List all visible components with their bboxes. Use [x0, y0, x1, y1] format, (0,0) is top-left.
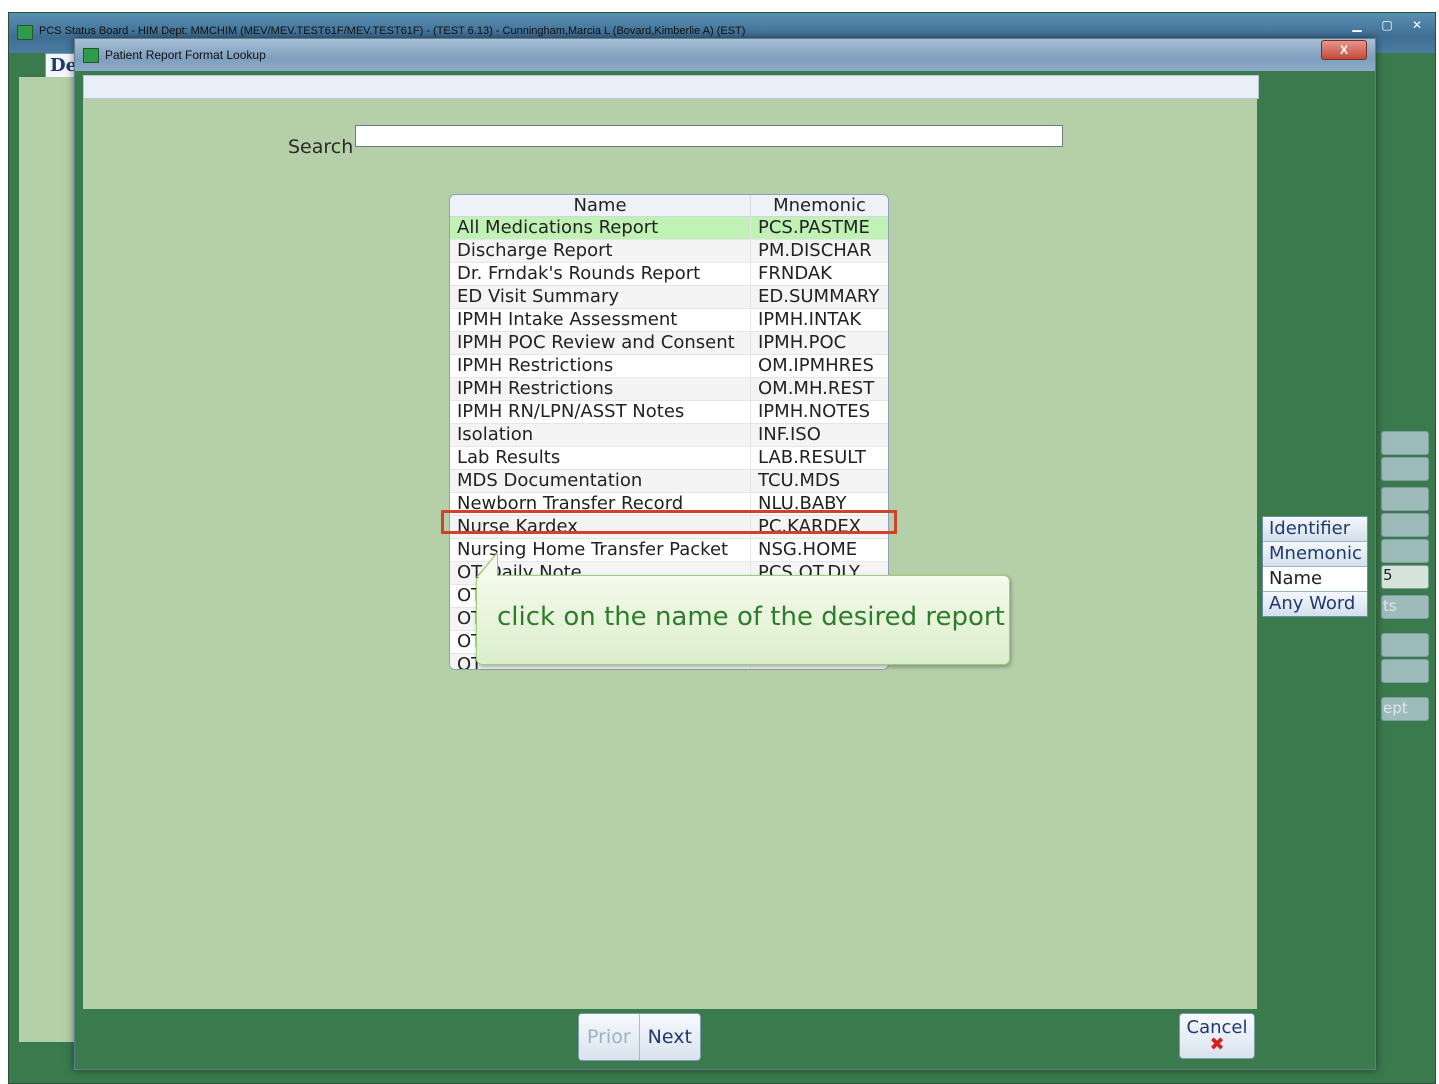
- search-by-identifier[interactable]: Identifier: [1263, 517, 1367, 542]
- maximize-icon[interactable]: ▢: [1373, 15, 1401, 35]
- dialog-footer: [83, 1011, 1371, 1065]
- cancel-x-icon: ✖: [1209, 1034, 1225, 1055]
- report-name-cell[interactable]: Dr. Frndak's Rounds Report: [450, 262, 751, 286]
- search-by-mnemonic[interactable]: Mnemonic: [1263, 542, 1367, 567]
- report-mnemonic-cell[interactable]: NLU.BABY: [750, 492, 888, 516]
- table-row[interactable]: All Medications Report PCS.PASTME: [450, 216, 888, 240]
- report-mnemonic-cell[interactable]: PC.KARDEX: [750, 515, 888, 539]
- background-side-button: [1381, 431, 1429, 455]
- report-name-cell[interactable]: IPMH POC Review and Consent: [450, 331, 751, 355]
- report-mnemonic-cell[interactable]: OM.IPMHRES: [750, 354, 888, 378]
- report-name-cell[interactable]: IPMH RN/LPN/ASST Notes: [450, 400, 751, 424]
- report-mnemonic-cell[interactable]: IPMH.NOTES: [750, 400, 888, 424]
- minimize-icon[interactable]: ▁: [1343, 15, 1371, 35]
- results-header-row: Name Mnemonic: [450, 195, 888, 217]
- report-name-cell[interactable]: IPMH Intake Assessment: [450, 308, 751, 332]
- pager: Prior Next: [578, 1013, 701, 1061]
- column-header-mnemonic[interactable]: Mnemonic: [750, 195, 888, 217]
- report-mnemonic-cell[interactable]: IPMH.INTAK: [750, 308, 888, 332]
- report-mnemonic-cell[interactable]: INF.ISO: [750, 423, 888, 447]
- table-row[interactable]: Isolation INF.ISO: [450, 423, 888, 447]
- table-row[interactable]: IPMH POC Review and Consent IPMH.POC: [450, 331, 888, 355]
- report-name-cell[interactable]: IPMH Restrictions: [450, 354, 751, 378]
- background-side-button: [1381, 539, 1429, 563]
- callout-pointer-inner: [478, 554, 497, 577]
- search-by-options: Identifier Mnemonic Name Any Word: [1262, 516, 1368, 617]
- background-side-button: [1381, 633, 1429, 657]
- table-row[interactable]: MDS Documentation TCU.MDS: [450, 469, 888, 493]
- table-row[interactable]: Discharge Report PM.DISCHAR: [450, 239, 888, 263]
- window-controls: ▁ ▢ ✕: [1343, 15, 1431, 35]
- background-left-panel: [19, 77, 79, 1042]
- next-button[interactable]: Next: [639, 1014, 700, 1060]
- report-mnemonic-cell[interactable]: PCS.PASTME: [750, 216, 888, 240]
- table-row[interactable]: Lab Results LAB.RESULT: [450, 446, 888, 470]
- dialog-close-button[interactable]: X: [1321, 40, 1367, 60]
- report-mnemonic-cell[interactable]: IPMH.POC: [750, 331, 888, 355]
- report-mnemonic-cell[interactable]: OM.MH.REST: [750, 377, 888, 401]
- table-row[interactable]: Nurse Kardex PC.KARDEX: [450, 515, 888, 539]
- close-icon[interactable]: ✕: [1403, 15, 1431, 35]
- report-mnemonic-cell[interactable]: NSG.HOME: [750, 538, 888, 562]
- background-window-title: PCS Status Board - HIM Dept: MMCHIM (MEV…: [39, 25, 746, 37]
- report-name-cell[interactable]: All Medications Report: [450, 216, 751, 240]
- background-side-fragment: ts: [1383, 597, 1397, 615]
- report-mnemonic-cell[interactable]: TCU.MDS: [750, 469, 888, 493]
- cancel-button[interactable]: Cancel ✖: [1179, 1013, 1255, 1059]
- report-name-cell[interactable]: MDS Documentation: [450, 469, 751, 493]
- report-name-cell[interactable]: ED Visit Summary: [450, 285, 751, 309]
- table-row[interactable]: ED Visit Summary ED.SUMMARY: [450, 285, 888, 309]
- background-side-fragment: ept: [1383, 699, 1408, 717]
- table-row[interactable]: Nursing Home Transfer Packet NSG.HOME: [450, 538, 888, 562]
- callout-text: click on the name of the desired report: [497, 602, 1005, 632]
- dialog-app-icon: [83, 48, 99, 63]
- dialog-info-strip: [83, 75, 1259, 99]
- app-icon: [17, 25, 33, 40]
- background-side-button: [1381, 457, 1429, 481]
- dialog-title: Patient Report Format Lookup: [105, 48, 266, 62]
- column-header-name[interactable]: Name: [450, 195, 751, 217]
- report-name-cell[interactable]: IPMH Restrictions: [450, 377, 751, 401]
- search-input[interactable]: [355, 125, 1063, 147]
- report-name-cell[interactable]: Newborn Transfer Record: [450, 492, 751, 516]
- report-mnemonic-cell[interactable]: FRNDAK: [750, 262, 888, 286]
- report-name-cell[interactable]: Lab Results: [450, 446, 751, 470]
- background-side-button: [1381, 659, 1429, 683]
- table-row[interactable]: IPMH Intake Assessment IPMH.INTAK: [450, 308, 888, 332]
- prior-button[interactable]: Prior: [579, 1014, 640, 1060]
- report-mnemonic-cell[interactable]: ED.SUMMARY: [750, 285, 888, 309]
- table-row[interactable]: IPMH Restrictions OM.MH.REST: [450, 377, 888, 401]
- report-mnemonic-cell[interactable]: LAB.RESULT: [750, 446, 888, 470]
- table-row[interactable]: Dr. Frndak's Rounds Report FRNDAK: [450, 262, 888, 286]
- background-side-button: [1381, 513, 1429, 537]
- report-mnemonic-cell[interactable]: PM.DISCHAR: [750, 239, 888, 263]
- report-name-cell[interactable]: Discharge Report: [450, 239, 751, 263]
- search-by-name[interactable]: Name: [1263, 567, 1367, 592]
- report-name-cell[interactable]: Nurse Kardex: [450, 515, 751, 539]
- background-side-button: [1381, 487, 1429, 511]
- search-label: Search: [288, 136, 354, 158]
- report-name-cell[interactable]: Isolation: [450, 423, 751, 447]
- dialog-titlebar[interactable]: Patient Report Format Lookup X: [75, 39, 1375, 71]
- search-by-any-word[interactable]: Any Word: [1263, 592, 1367, 616]
- table-row[interactable]: IPMH Restrictions OM.IPMHRES: [450, 354, 888, 378]
- table-row[interactable]: IPMH RN/LPN/ASST Notes IPMH.NOTES: [450, 400, 888, 424]
- table-row[interactable]: Newborn Transfer Record NLU.BABY: [450, 492, 888, 516]
- instruction-callout: click on the name of the desired report: [476, 575, 1010, 665]
- background-side-fragment: 5: [1383, 566, 1393, 584]
